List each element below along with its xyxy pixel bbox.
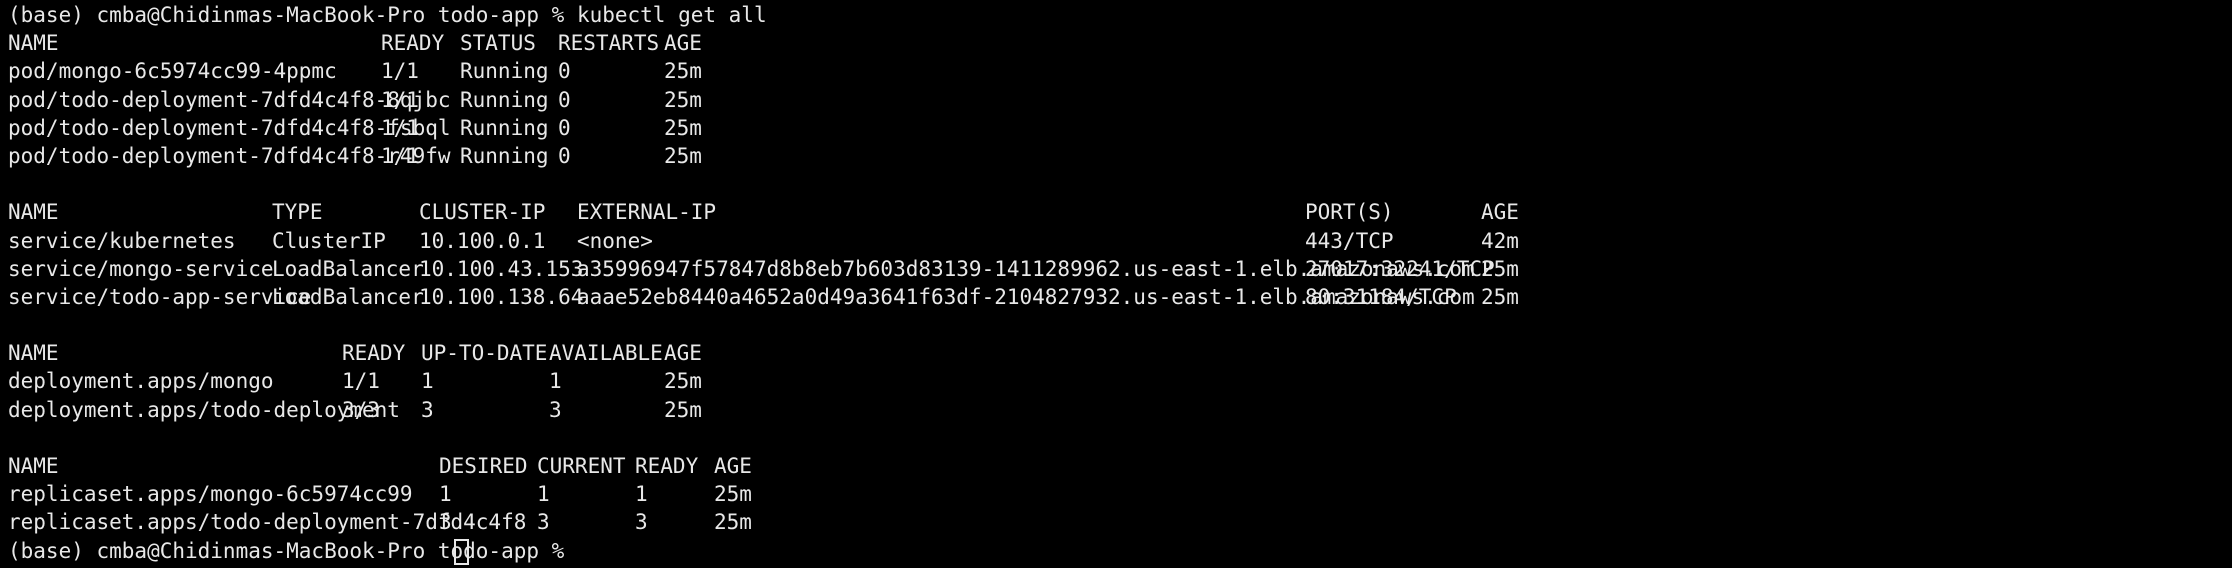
deployment-ready: 3/3: [342, 397, 380, 422]
service-ports: 443/TCP: [1305, 228, 1394, 253]
deployments-header-name: NAME: [8, 341, 59, 366]
pods-header-ready: READY: [381, 31, 445, 56]
replicaset-ready: 3: [635, 510, 648, 535]
service-age: 25m: [1481, 284, 1519, 309]
table-row: replicaset.apps/mongo-6c5974cc99 1 1 1 2…: [8, 480, 2232, 508]
table-row: service/mongo-service LoadBalancer 10.10…: [8, 255, 2232, 283]
deployment-up-to-date: 1: [421, 369, 434, 394]
service-cluster-ip: 10.100.138.64: [419, 284, 584, 309]
deployments-header-ready: READY: [342, 341, 406, 366]
service-age: 25m: [1481, 256, 1519, 281]
deployment-available: 3: [549, 397, 562, 422]
services-header-external-ip: EXTERNAL-IP: [577, 200, 717, 225]
replicaset-name: replicaset.apps/mongo-6c5974cc99: [8, 482, 413, 507]
deployments-header-row: NAME READY UP-TO-DATE AVAILABLE AGE: [8, 339, 2232, 367]
pods-header-restarts: RESTARTS: [558, 31, 660, 56]
replicasets-table: NAME DESIRED CURRENT READY AGE replicase…: [8, 452, 2232, 537]
pods-header-age: AGE: [664, 31, 702, 56]
pods-header-name: NAME: [8, 31, 59, 56]
pod-restarts: 0: [558, 59, 571, 84]
deployment-age: 25m: [664, 397, 702, 422]
services-table: NAME TYPE CLUSTER-IP EXTERNAL-IP PORT(S)…: [8, 198, 2232, 311]
replicaset-desired: 3: [439, 510, 452, 535]
pod-ready: 1/1: [381, 115, 419, 140]
table-row: service/kubernetes ClusterIP 10.100.0.1 …: [8, 227, 2232, 255]
pod-status: Running: [460, 143, 549, 168]
table-row: pod/todo-deployment-7dfd4c4f8-8qjbc 1/1 …: [8, 86, 2232, 114]
table-row: pod/mongo-6c5974cc99-4ppmc 1/1 Running 0…: [8, 57, 2232, 85]
service-ports: 80:31184/TCP: [1305, 284, 1457, 309]
service-name: service/kubernetes: [8, 228, 236, 253]
deployment-available: 1: [549, 369, 562, 394]
pod-status: Running: [460, 87, 549, 112]
pod-ready: 1/1: [381, 87, 419, 112]
services-header-name: NAME: [8, 200, 59, 225]
next-prompt-text: (base) cmba@Chidinmas-MacBook-Pro todo-a…: [8, 538, 577, 563]
service-cluster-ip: 10.100.0.1: [419, 228, 546, 253]
pod-status: Running: [460, 59, 549, 84]
services-header-ports: PORT(S): [1305, 200, 1394, 225]
replicaset-age: 25m: [714, 482, 752, 507]
services-header-cluster-ip: CLUSTER-IP: [419, 200, 546, 225]
deployment-name: deployment.apps/mongo: [8, 369, 274, 394]
deployment-ready: 1/1: [342, 369, 380, 394]
next-prompt-line[interactable]: (base) cmba@Chidinmas-MacBook-Pro todo-a…: [8, 537, 2232, 565]
pod-age: 25m: [664, 59, 702, 84]
service-age: 42m: [1481, 228, 1519, 253]
pods-table: NAME READY STATUS RESTARTS AGE pod/mongo…: [8, 29, 2232, 170]
table-row: service/todo-app-service LoadBalancer 10…: [8, 283, 2232, 311]
replicasets-header-ready: READY: [635, 454, 699, 478]
pod-ready: 1/1: [381, 59, 419, 84]
deployments-header-age: AGE: [664, 341, 702, 366]
pod-status: Running: [460, 115, 549, 140]
table-row: deployment.apps/todo-deployment 3/3 3 3 …: [8, 396, 2232, 424]
deployment-age: 25m: [664, 369, 702, 394]
service-type: ClusterIP: [272, 228, 386, 253]
service-name: service/mongo-service: [8, 256, 274, 281]
pod-name: pod/mongo-6c5974cc99-4ppmc: [8, 59, 337, 84]
deployment-up-to-date: 3: [421, 397, 434, 422]
replicaset-current: 1: [537, 482, 550, 507]
deployments-table: NAME READY UP-TO-DATE AVAILABLE AGE depl…: [8, 339, 2232, 424]
table-row: replicaset.apps/todo-deployment-7dfd4c4f…: [8, 508, 2232, 536]
replicasets-header-row: NAME DESIRED CURRENT READY AGE: [8, 452, 2232, 480]
service-name: service/todo-app-service: [8, 284, 312, 309]
table-row: pod/todo-deployment-7dfd4c4f8-fsbql 1/1 …: [8, 114, 2232, 142]
service-ports: 27017:32241/TCP: [1305, 256, 1495, 281]
deployments-header-available: AVAILABLE: [549, 341, 663, 366]
replicasets-header-name: NAME: [8, 454, 59, 478]
table-row: deployment.apps/mongo 1/1 1 1 25m: [8, 367, 2232, 395]
service-external-ip: <none>: [577, 228, 653, 253]
text-cursor: [448, 538, 469, 568]
replicasets-header-desired: DESIRED: [439, 454, 528, 478]
service-type: LoadBalancer: [272, 256, 424, 281]
services-header-age: AGE: [1481, 200, 1519, 225]
replicaset-desired: 1: [439, 482, 452, 507]
pod-ready: 1/1: [381, 143, 419, 168]
terminal-window[interactable]: (base) cmba@Chidinmas-MacBook-Pro todo-a…: [8, 1, 2232, 565]
replicaset-current: 3: [537, 510, 550, 535]
replicasets-header-current: CURRENT: [537, 454, 626, 478]
replicaset-age: 25m: [714, 510, 752, 535]
pod-age: 25m: [664, 115, 702, 140]
table-row: pod/todo-deployment-7dfd4c4f8-r49fw 1/1 …: [8, 142, 2232, 170]
pod-restarts: 0: [558, 115, 571, 140]
pod-age: 25m: [664, 143, 702, 168]
deployments-header-up-to-date: UP-TO-DATE: [421, 341, 548, 366]
service-type: LoadBalancer: [272, 284, 424, 309]
pod-restarts: 0: [558, 87, 571, 112]
pods-header-status: STATUS: [460, 31, 536, 56]
service-cluster-ip: 10.100.43.153: [419, 256, 584, 281]
pod-age: 25m: [664, 87, 702, 112]
replicasets-header-age: AGE: [714, 454, 752, 478]
replicaset-ready: 1: [635, 482, 648, 507]
command-line: (base) cmba@Chidinmas-MacBook-Pro todo-a…: [8, 3, 767, 27]
pods-header-row: NAME READY STATUS RESTARTS AGE: [8, 29, 2232, 57]
pod-restarts: 0: [558, 143, 571, 168]
services-header-row: NAME TYPE CLUSTER-IP EXTERNAL-IP PORT(S)…: [8, 198, 2232, 226]
services-header-type: TYPE: [272, 200, 323, 225]
